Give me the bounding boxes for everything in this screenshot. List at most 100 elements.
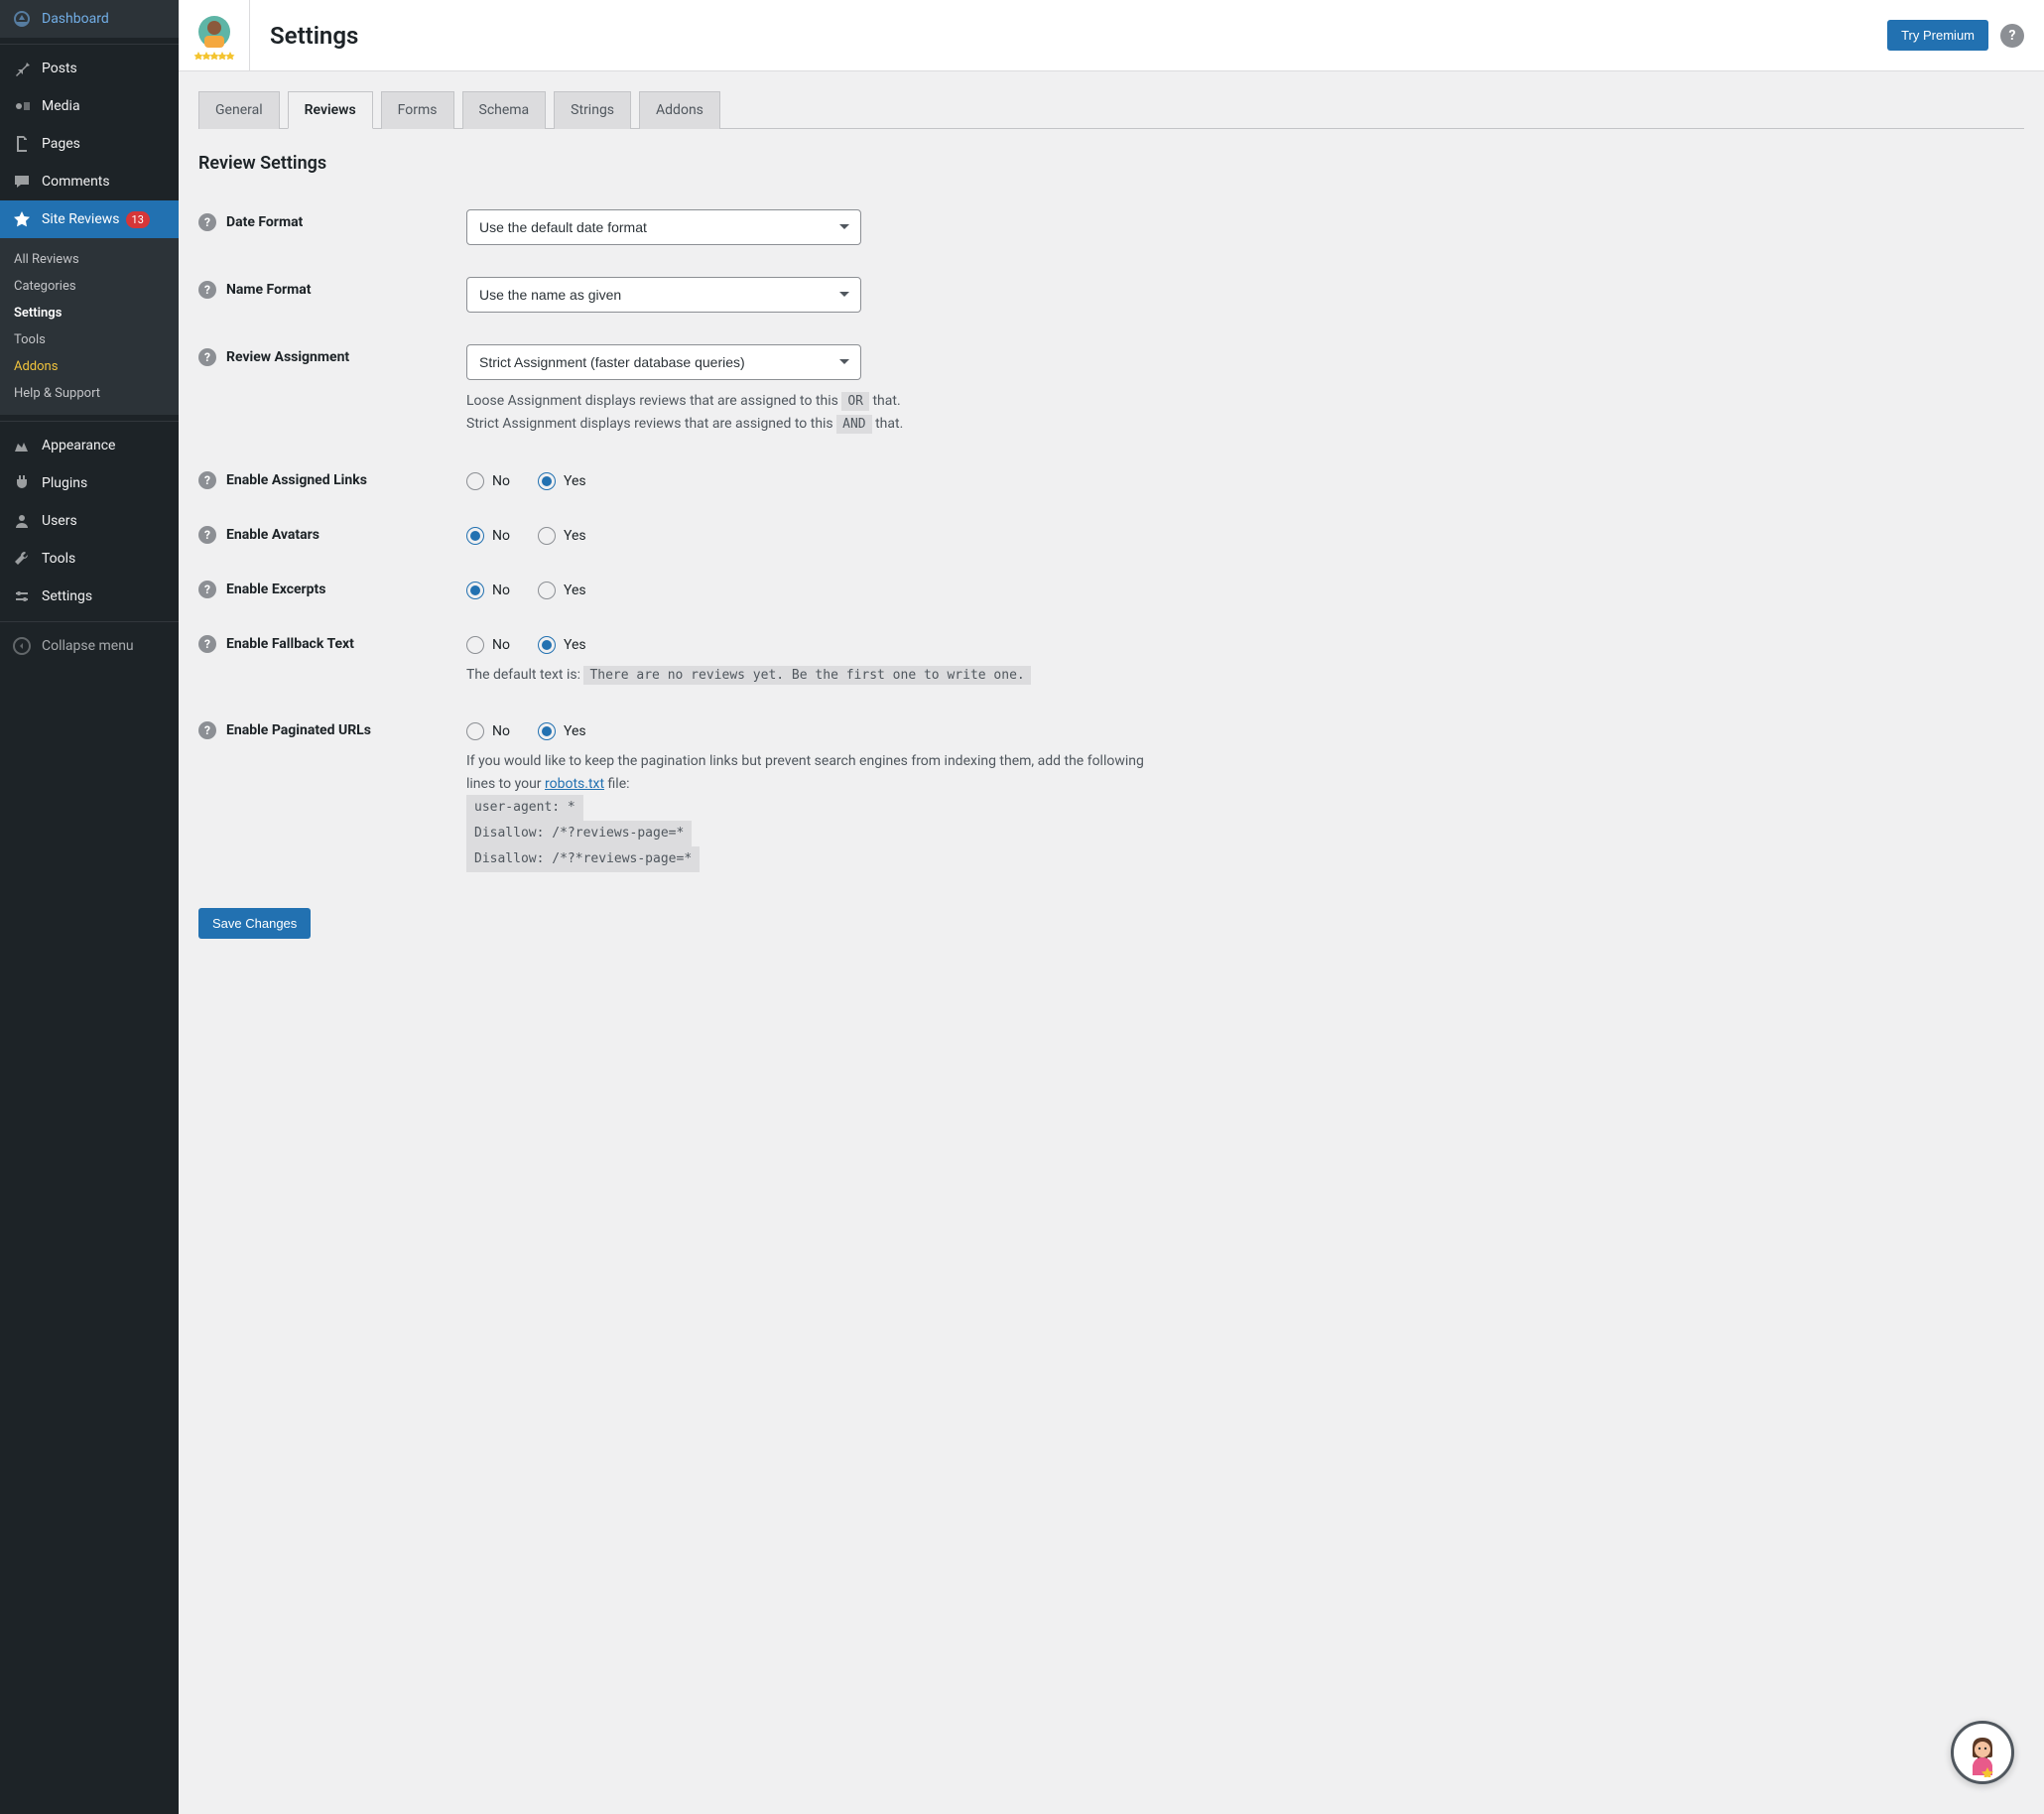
radio-input-no[interactable]	[466, 527, 484, 545]
setting-label: Enable Avatars	[226, 527, 319, 543]
tab-reviews[interactable]: Reviews	[288, 91, 373, 129]
sidebar-item-posts[interactable]: Posts	[0, 50, 179, 87]
settings-icon	[12, 586, 32, 606]
sidebar-item-label: Users	[42, 513, 77, 529]
setting-enable-assigned-links: ? Enable Assigned Links No Yes	[198, 452, 2024, 506]
radio-yes[interactable]: Yes	[538, 472, 586, 490]
plugin-logo	[179, 0, 250, 71]
help-text: If you would like to keep the pagination…	[466, 750, 1161, 872]
sidebar-item-comments[interactable]: Comments	[0, 163, 179, 200]
save-changes-button[interactable]: Save Changes	[198, 908, 311, 939]
radio-input-yes[interactable]	[538, 472, 556, 490]
sidebar-item-users[interactable]: Users	[0, 502, 179, 540]
setting-label: Review Assignment	[226, 349, 349, 365]
setting-label: Enable Excerpts	[226, 582, 325, 597]
section-title: Review Settings	[198, 153, 2024, 174]
radio-yes[interactable]: Yes	[538, 527, 586, 545]
sidebar-item-settings[interactable]: Settings	[0, 578, 179, 615]
radio-no[interactable]: No	[466, 582, 510, 599]
sidebar-item-label: Tools	[42, 551, 75, 567]
submenu-help-support[interactable]: Help & Support	[0, 380, 179, 407]
sidebar-item-site-reviews[interactable]: Site Reviews 13	[0, 200, 179, 238]
appearance-icon	[12, 436, 32, 455]
tab-forms[interactable]: Forms	[381, 91, 454, 129]
media-icon	[12, 96, 32, 116]
sidebar-item-label: Appearance	[42, 438, 115, 454]
radio-yes[interactable]: Yes	[538, 636, 586, 654]
radio-input-yes[interactable]	[538, 636, 556, 654]
sidebar-item-label: Media	[42, 98, 80, 114]
radio-input-no[interactable]	[466, 582, 484, 599]
radio-input-no[interactable]	[466, 722, 484, 740]
radio-no[interactable]: No	[466, 722, 510, 740]
help-icon[interactable]: ?	[2000, 24, 2024, 48]
setting-enable-excerpts: ? Enable Excerpts No Yes	[198, 561, 2024, 615]
page-header: Settings Try Premium ?	[179, 0, 2044, 71]
help-tooltip-icon[interactable]: ?	[198, 721, 216, 739]
help-tooltip-icon[interactable]: ?	[198, 471, 216, 489]
sidebar-item-label: Comments	[42, 174, 110, 190]
help-tooltip-icon[interactable]: ?	[198, 635, 216, 653]
comments-icon	[12, 172, 32, 192]
setting-label: Enable Paginated URLs	[226, 722, 371, 738]
setting-enable-fallback-text: ? Enable Fallback Text No Yes The defaul…	[198, 615, 2024, 703]
sidebar-item-plugins[interactable]: Plugins	[0, 464, 179, 502]
main-content: Settings Try Premium ? General Reviews F…	[179, 0, 2044, 959]
radio-yes[interactable]: Yes	[538, 582, 586, 599]
content-area: General Reviews Forms Schema Strings Add…	[179, 71, 2044, 959]
try-premium-button[interactable]: Try Premium	[1887, 20, 1988, 51]
robots-txt-link[interactable]: robots.txt	[545, 776, 604, 792]
radio-input-yes[interactable]	[538, 527, 556, 545]
tab-schema[interactable]: Schema	[462, 91, 547, 129]
tab-strings[interactable]: Strings	[554, 91, 631, 129]
sidebar-item-pages[interactable]: Pages	[0, 125, 179, 163]
help-tooltip-icon[interactable]: ?	[198, 213, 216, 231]
pages-icon	[12, 134, 32, 154]
star-icon	[12, 209, 32, 229]
submenu-all-reviews[interactable]: All Reviews	[0, 246, 179, 273]
page-title: Settings	[250, 22, 1887, 50]
admin-sidebar: Dashboard Posts Media Pages Comments Sit…	[0, 0, 179, 1814]
review-assignment-select[interactable]: Strict Assignment (faster database queri…	[466, 344, 861, 380]
radio-no[interactable]: No	[466, 636, 510, 654]
header-actions: Try Premium ?	[1887, 20, 2044, 51]
submenu-tools[interactable]: Tools	[0, 326, 179, 353]
sidebar-item-tools[interactable]: Tools	[0, 540, 179, 578]
radio-input-yes[interactable]	[538, 722, 556, 740]
settings-form: ? Date Format Use the default date forma…	[198, 194, 2024, 888]
radio-no[interactable]: No	[466, 472, 510, 490]
sidebar-item-dashboard[interactable]: Dashboard	[0, 0, 179, 38]
help-tooltip-icon[interactable]: ?	[198, 348, 216, 366]
setting-label: Name Format	[226, 282, 311, 298]
help-text: Loose Assignment displays reviews that a…	[466, 390, 1161, 436]
date-format-select[interactable]: Use the default date format	[466, 209, 861, 245]
radio-no[interactable]: No	[466, 527, 510, 545]
radio-yes[interactable]: Yes	[538, 722, 586, 740]
tab-addons[interactable]: Addons	[639, 91, 720, 129]
radio-input-no[interactable]	[466, 636, 484, 654]
collapse-menu[interactable]: Collapse menu	[0, 627, 179, 665]
submenu-addons[interactable]: Addons	[0, 353, 179, 380]
setting-label: Date Format	[226, 214, 303, 230]
sidebar-item-label: Posts	[42, 61, 77, 76]
help-tooltip-icon[interactable]: ?	[198, 581, 216, 598]
setting-name-format: ? Name Format Use the name as given	[198, 261, 2024, 328]
setting-label: Enable Assigned Links	[226, 472, 367, 488]
sidebar-item-appearance[interactable]: Appearance	[0, 427, 179, 464]
radio-input-no[interactable]	[466, 472, 484, 490]
submenu-settings[interactable]: Settings	[0, 300, 179, 326]
tab-general[interactable]: General	[198, 91, 280, 129]
submenu-categories[interactable]: Categories	[0, 273, 179, 300]
help-tooltip-icon[interactable]: ?	[198, 526, 216, 544]
help-text: The default text is: There are no review…	[466, 664, 1161, 687]
name-format-select[interactable]: Use the name as given	[466, 277, 861, 313]
radio-input-yes[interactable]	[538, 582, 556, 599]
setting-enable-paginated-urls: ? Enable Paginated URLs No Yes If you wo…	[198, 702, 2024, 888]
support-avatar-widget[interactable]	[1951, 1721, 2014, 1784]
sidebar-item-media[interactable]: Media	[0, 87, 179, 125]
help-tooltip-icon[interactable]: ?	[198, 281, 216, 299]
sidebar-item-label: Plugins	[42, 475, 87, 491]
tools-icon	[12, 549, 32, 569]
sidebar-item-label: Site Reviews	[42, 211, 120, 227]
sidebar-submenu: All Reviews Categories Settings Tools Ad…	[0, 238, 179, 415]
